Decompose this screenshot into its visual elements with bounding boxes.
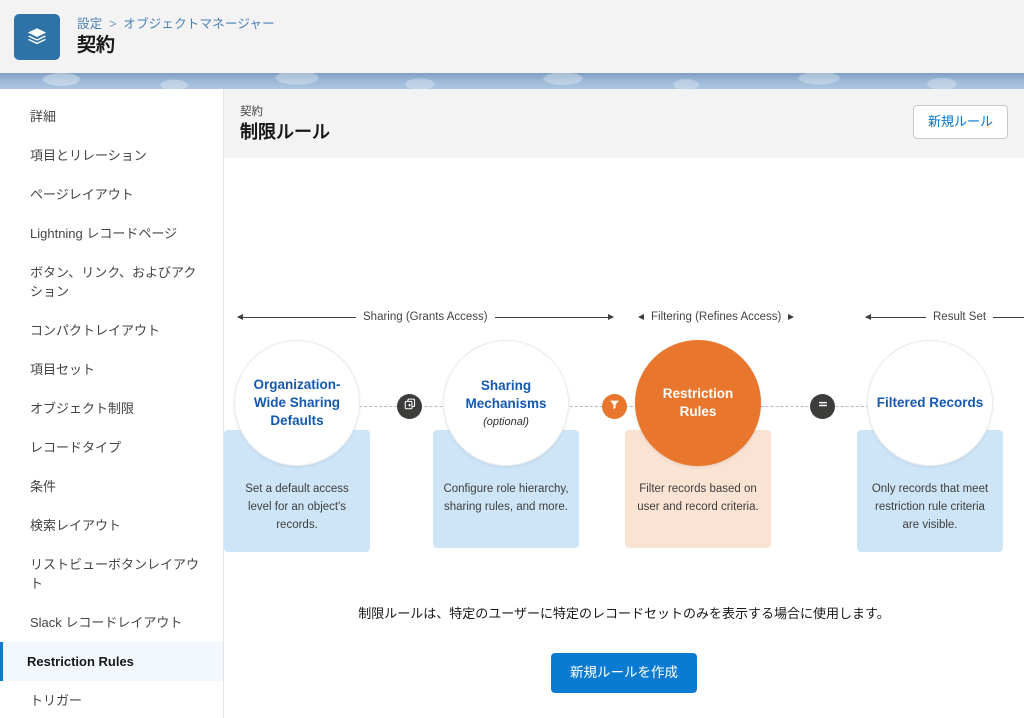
diagram-phase-row: Sharing (Grants Access) Filtering (Refin… <box>234 310 1024 332</box>
breadcrumb-separator: > <box>109 16 117 31</box>
sidebar-item-lightning-record-pages[interactable]: Lightning レコードページ <box>0 214 223 253</box>
sidebar-item-restriction-rules[interactable]: Restriction Rules <box>0 642 223 681</box>
node-subtitle: (optional) <box>483 416 529 428</box>
phase-arrow-right <box>788 314 795 320</box>
breadcrumb-setup[interactable]: 設定 <box>77 17 102 31</box>
app-logo[interactable] <box>14 13 60 60</box>
new-rule-button[interactable]: 新規ルール <box>912 105 1008 139</box>
sidebar-item-list-view-button-layout[interactable]: リストビューボタンレイアウト <box>0 545 223 603</box>
diagram-node-organization-wide-defaults: Organization-Wide Sharing Defaults Set a… <box>224 340 370 552</box>
phase-label-sharing: Sharing (Grants Access) <box>363 311 488 323</box>
diagram-node-filtered-records: Filtered Records Only records that meet … <box>857 340 1003 552</box>
node-title: Filtered Records <box>876 395 984 410</box>
cta-wrapper: 新規ルールを作成 <box>224 653 1024 693</box>
sidebar-item-slack-record-layout[interactable]: Slack レコードレイアウト <box>0 603 223 642</box>
layers-stack-icon <box>25 25 49 49</box>
sidebar-item-search-layouts[interactable]: 検索レイアウト <box>0 506 223 545</box>
connector-copy-records <box>397 394 422 419</box>
node-circle: Restriction Rules <box>635 340 761 466</box>
restriction-rules-diagram: Sharing (Grants Access) Filtering (Refin… <box>224 158 1024 693</box>
page-header: 契約 制限ルール 新規ルール <box>224 89 1024 158</box>
diagram-node-sharing-mechanisms: Sharing Mechanisms (optional) Configure … <box>433 340 579 548</box>
restriction-rules-empty-state-card: Sharing (Grants Access) Filtering (Refin… <box>224 158 1024 718</box>
equals-icon <box>816 397 830 416</box>
body-wrapper: 詳細 項目とリレーション ページレイアウト Lightning レコードページ … <box>0 89 1024 718</box>
sidebar-item-details[interactable]: 詳細 <box>0 97 223 136</box>
phase-rule-right <box>993 316 1024 318</box>
connector-equals <box>810 394 835 419</box>
page-eyebrow: 契約 <box>240 106 263 118</box>
page-header-titles: 契約 制限ルール <box>240 105 330 144</box>
phase-arrow-left <box>638 314 644 320</box>
decorative-banner-strip <box>0 73 1024 89</box>
diagram-phase-sharing: Sharing (Grants Access) <box>237 310 614 324</box>
connector-filter <box>602 394 627 419</box>
breadcrumb: 設定 > オブジェクトマネージャー <box>77 16 275 32</box>
sidebar-item-page-layouts[interactable]: ページレイアウト <box>0 175 223 214</box>
phase-rule-left <box>865 313 926 320</box>
node-title: Sharing Mechanisms <box>465 378 547 411</box>
header-text-block: 設定 > オブジェクトマネージャー 契約 <box>77 16 275 58</box>
sidebar-item-fields[interactable]: 項目とリレーション <box>0 136 223 175</box>
empty-state-description: 制限ルールは、特定のユーザーに特定のレコードセットのみを表示する場合に使用します… <box>358 606 890 621</box>
phase-rule-right <box>494 313 614 320</box>
phase-label-filtering: Filtering (Refines Access) <box>651 311 782 323</box>
diagram-nodes: Organization-Wide Sharing Defaults Set a… <box>224 340 1024 580</box>
sidebar-item-triggers[interactable]: トリガー <box>0 681 223 718</box>
sidebar-item-field-sets[interactable]: 項目セット <box>0 350 223 389</box>
page-title: 制限ルール <box>240 122 330 142</box>
copy-records-icon <box>403 397 417 416</box>
diagram-phase-result: Result Set <box>865 310 1024 324</box>
filter-funnel-icon <box>608 398 621 416</box>
sidebar-item-buttons-links-actions[interactable]: ボタン、リンク、およびアクション <box>0 253 223 311</box>
node-circle: Organization-Wide Sharing Defaults <box>234 340 360 466</box>
sidebar-item-compact-layouts[interactable]: コンパクトレイアウト <box>0 311 223 350</box>
sidebar-item-conditions[interactable]: 条件 <box>0 467 223 506</box>
diagram-phase-filtering: Filtering (Refines Access) <box>638 310 795 324</box>
main-content: 契約 制限ルール 新規ルール Sharing (Grants Access) F… <box>224 89 1024 718</box>
node-circle: Filtered Records <box>867 340 993 466</box>
sidebar-item-object-limits[interactable]: オブジェクト制限 <box>0 389 223 428</box>
node-title: Organization-Wide Sharing Defaults <box>253 377 341 428</box>
breadcrumb-object-manager[interactable]: オブジェクトマネージャー <box>123 17 275 31</box>
create-new-rule-button[interactable]: 新規ルールを作成 <box>551 653 697 693</box>
page-object-title: 契約 <box>77 34 116 56</box>
global-header: 設定 > オブジェクトマネージャー 契約 <box>0 0 1024 73</box>
diagram-node-restriction-rules: Restriction Rules Filter records based o… <box>625 340 771 548</box>
phase-rule-left <box>237 313 356 320</box>
node-circle: Sharing Mechanisms (optional) <box>443 340 569 466</box>
node-title: Restriction Rules <box>662 386 734 419</box>
object-manager-sidebar: 詳細 項目とリレーション ページレイアウト Lightning レコードページ … <box>0 89 224 718</box>
sidebar-item-record-types[interactable]: レコードタイプ <box>0 428 223 467</box>
phase-label-result-set: Result Set <box>933 311 987 323</box>
